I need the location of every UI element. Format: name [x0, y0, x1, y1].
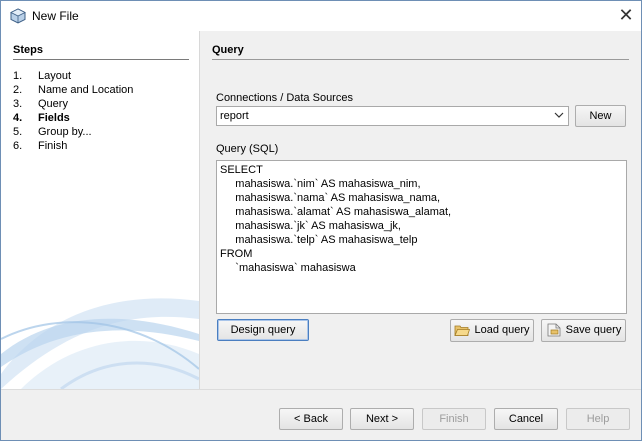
close-icon[interactable]: ✕	[611, 1, 641, 31]
steps-title: Steps	[13, 44, 43, 56]
panel-divider	[199, 31, 200, 389]
step-item-group-by: 5. Group by...	[13, 126, 92, 138]
connections-label: Connections / Data Sources	[216, 92, 353, 104]
load-query-button[interactable]: Load query	[450, 319, 534, 342]
back-button[interactable]: < Back	[279, 408, 343, 430]
cancel-button[interactable]: Cancel	[494, 408, 558, 430]
sql-query-textarea[interactable]: SELECT mahasiswa.`nim` AS mahasiswa_nim,…	[216, 160, 627, 314]
step-item-query: 3. Query	[13, 98, 68, 110]
connections-select[interactable]: report	[216, 106, 569, 126]
step-label: Fields	[38, 112, 70, 124]
save-query-button[interactable]: Save query	[541, 319, 626, 342]
sql-line: mahasiswa.`nim` AS mahasiswa_nim,	[220, 178, 421, 190]
query-sql-label: Query (SQL)	[216, 143, 279, 155]
sql-line: mahasiswa.`jk` AS mahasiswa_jk,	[220, 220, 401, 232]
sql-line: mahasiswa.`alamat` AS mahasiswa_alamat,	[220, 206, 452, 218]
step-item-finish: 6. Finish	[13, 140, 67, 152]
step-label: Group by...	[38, 126, 92, 138]
steps-panel: Steps 1. Layout 2. Name and Location 3. Que…	[1, 31, 199, 389]
design-query-button[interactable]: Design query	[217, 319, 309, 341]
footer-divider	[1, 389, 641, 390]
decorative-swoosh	[1, 298, 199, 389]
help-button[interactable]: Help	[566, 408, 630, 430]
new-connection-button[interactable]: New	[575, 105, 626, 127]
step-number: 1.	[13, 70, 23, 82]
connections-select-value: report	[220, 110, 249, 122]
step-label: Query	[38, 98, 68, 110]
step-label: Layout	[38, 70, 72, 82]
step-label: Finish	[38, 140, 68, 152]
panel-title: Query	[212, 44, 244, 56]
chevron-down-icon	[554, 112, 564, 118]
sql-line: `mahasiswa` mahasiswa	[220, 262, 356, 274]
step-item-name-location: 2. Name and Location	[13, 84, 133, 96]
save-file-icon	[547, 323, 561, 337]
step-number: 3.	[13, 98, 23, 110]
step-item-fields: 4. Fields	[13, 112, 70, 124]
sql-line: mahasiswa.`nama` AS mahasiswa_nama,	[220, 192, 441, 204]
query-panel: Query Connections / Data Sources report …	[201, 31, 641, 389]
step-number: 5.	[13, 126, 23, 138]
finish-button[interactable]: Finish	[422, 408, 486, 430]
sql-line: FROM	[220, 248, 253, 260]
sql-line: SELECT	[220, 164, 263, 176]
sql-line: mahasiswa.`telp` AS mahasiswa_telp	[220, 234, 418, 246]
new-file-dialog: New File ✕ Steps 1. Layout 2. Name and Loc…	[0, 0, 642, 441]
folder-open-icon	[454, 325, 471, 336]
save-query-label: Save query	[565, 324, 622, 336]
load-query-label: Load query	[474, 324, 530, 336]
step-number: 4.	[13, 112, 23, 124]
title-bar: New File ✕	[1, 1, 641, 31]
next-button[interactable]: Next >	[350, 408, 414, 430]
steps-divider	[13, 59, 189, 60]
window-title: New File	[32, 9, 79, 23]
step-number: 2.	[13, 84, 23, 96]
step-number: 6.	[13, 140, 23, 152]
step-item-layout: 1. Layout	[13, 70, 71, 82]
app-cube-icon	[10, 8, 26, 24]
panel-divider-line	[212, 59, 629, 60]
step-label: Name and Location	[38, 84, 134, 96]
